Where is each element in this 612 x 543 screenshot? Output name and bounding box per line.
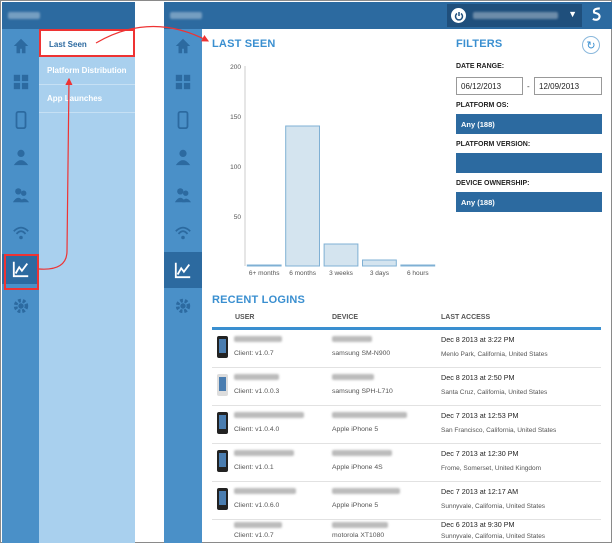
annotation-arrows [38, 25, 210, 270]
screenshot-root: Last Seen Platform Distribution App Laun… [0, 0, 612, 543]
